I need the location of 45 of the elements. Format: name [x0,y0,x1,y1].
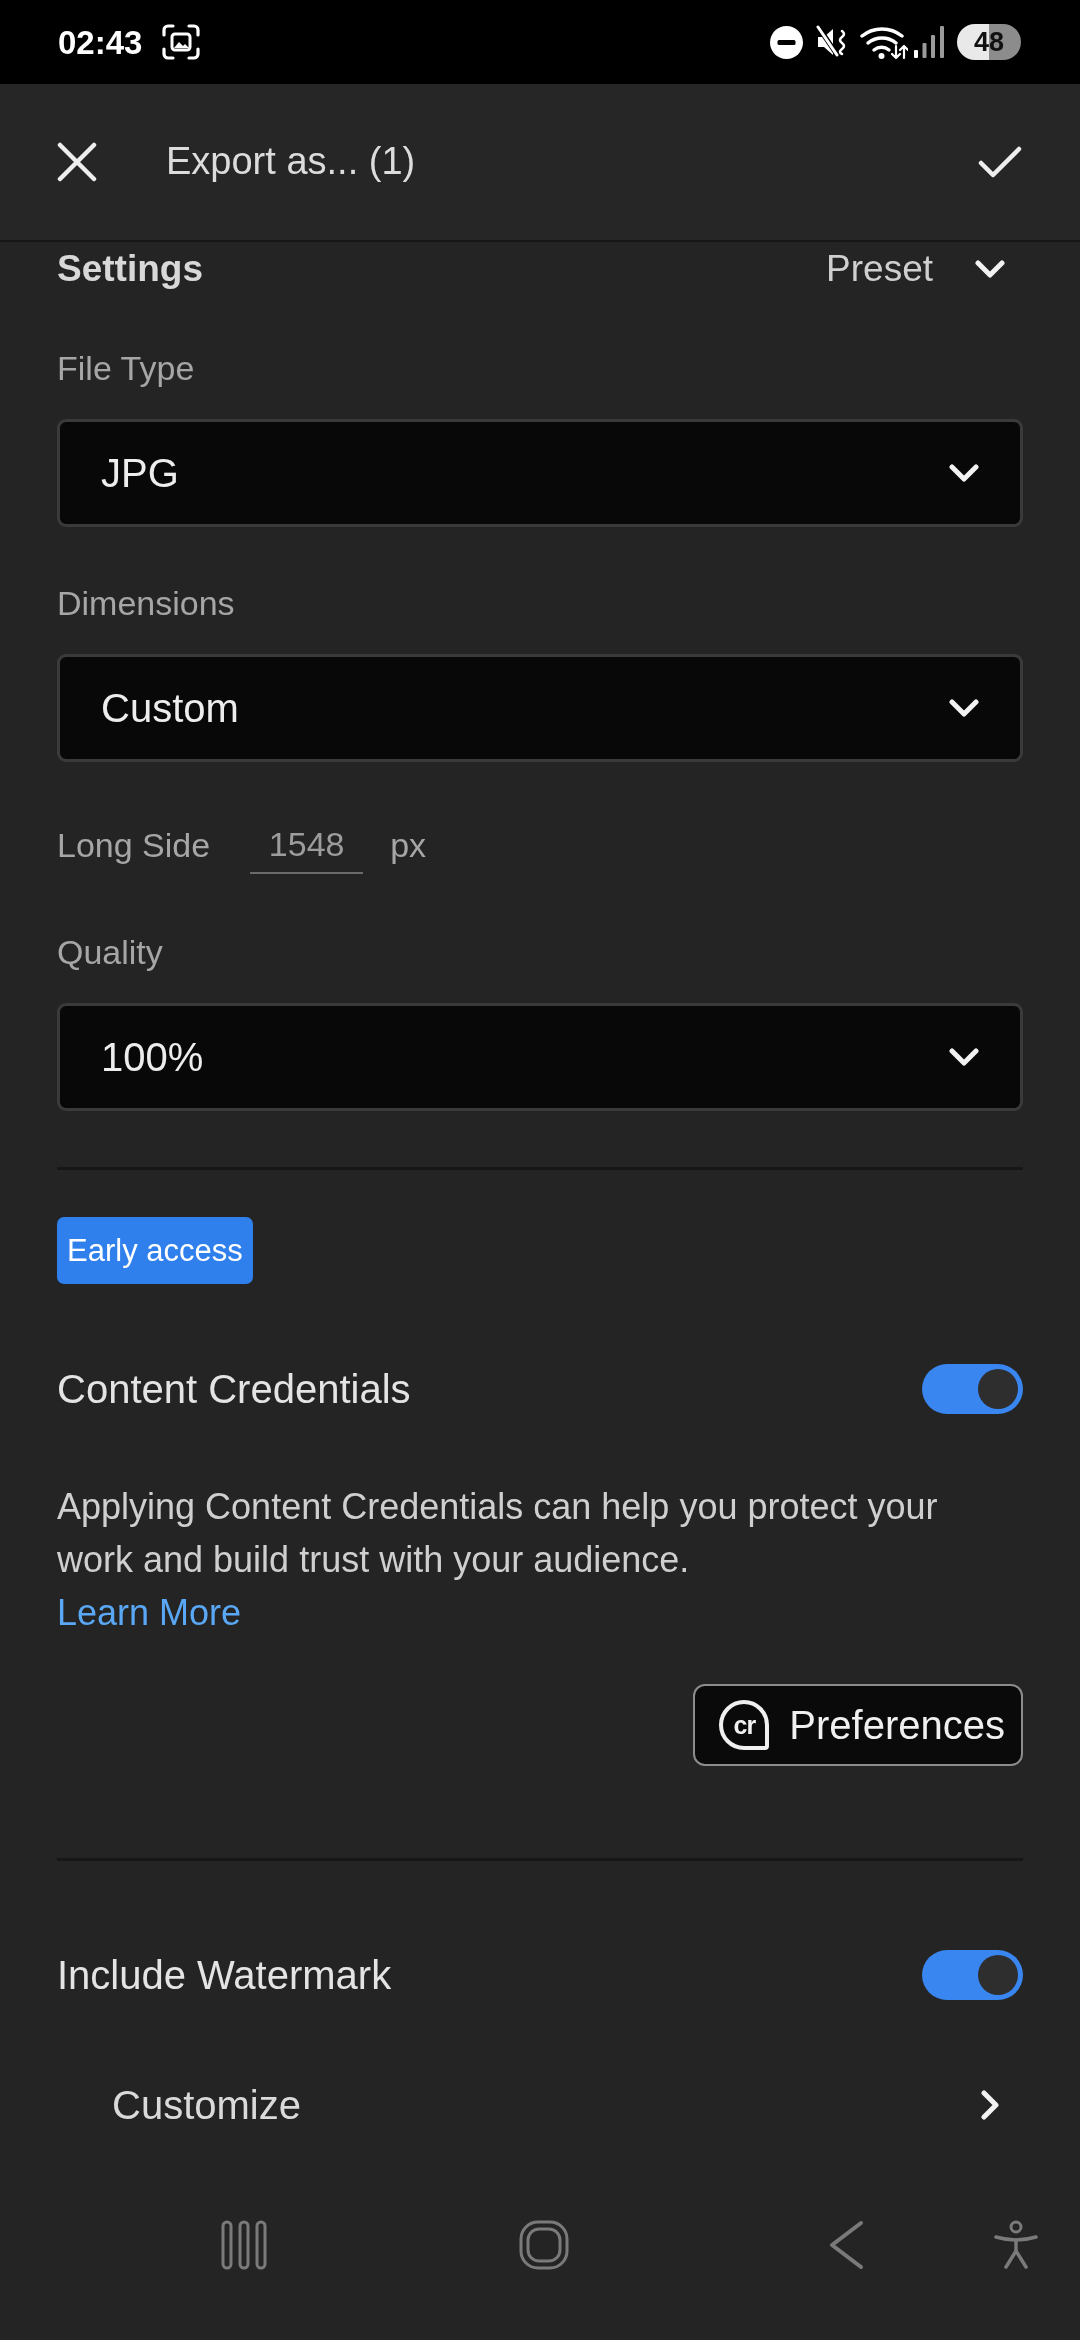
signal-bars-icon [914,26,944,58]
chevron-down-icon [949,699,979,717]
back-icon[interactable] [828,2220,864,2270]
field-label: File Type [57,348,196,389]
dropdown-value: Custom [101,685,239,732]
battery-indicator: 48 [957,24,1021,60]
cr-icon: cr [719,1700,770,1750]
preset-dropdown[interactable]: Preset [826,246,1005,292]
dropdown-value: JPG [101,450,179,497]
close-icon [57,142,97,182]
clock-time: 02:43 [58,25,143,59]
chevron-right-icon [981,2090,999,2120]
setting-title: Include Watermark [57,1952,392,1999]
dropdown-field[interactable]: Custom [57,654,1023,762]
customize-row[interactable]: Customize [57,2075,1023,2135]
dropdown-value: 100% [101,1034,204,1081]
dialog-title: Export as... (1) [166,139,417,185]
unit-label: px [390,824,427,866]
check-icon [978,146,1022,178]
close-button[interactable] [57,142,97,182]
chevron-down-icon [975,260,1005,278]
accessibility-icon[interactable] [993,2220,1039,2270]
chevron-down-icon [949,464,979,482]
number-input[interactable]: 1548 [250,816,364,874]
section-title: Settings [57,247,203,291]
field-label: Quality [57,932,164,973]
dropdown-field[interactable]: JPG [57,419,1023,527]
chevron-down-icon [949,1048,979,1066]
do-not-disturb-icon [770,25,803,59]
early-access-badge: Early access [57,1217,253,1284]
learn-more-link[interactable]: Learn More [57,1586,242,1639]
screenshot-icon [162,24,201,60]
toggle-switch[interactable] [922,1950,1023,2000]
home-icon[interactable] [519,2220,569,2270]
setting-title: Content Credentials [57,1366,411,1413]
field-label: Long Side [57,825,211,866]
preferences-button[interactable]: cr Preferences [693,1684,1023,1766]
wifi-icon [860,24,908,60]
muted-speaker-icon [816,25,848,59]
confirm-button[interactable] [978,146,1022,178]
field-label: Dimensions [57,583,236,624]
toggle-switch[interactable] [922,1364,1023,1414]
description-text: Applying Content Credentials can help you protect your work and build trust with your audience. [57,1485,939,1582]
recent-apps-icon[interactable] [221,2220,267,2270]
dropdown-field[interactable]: 100% [57,1003,1023,1111]
